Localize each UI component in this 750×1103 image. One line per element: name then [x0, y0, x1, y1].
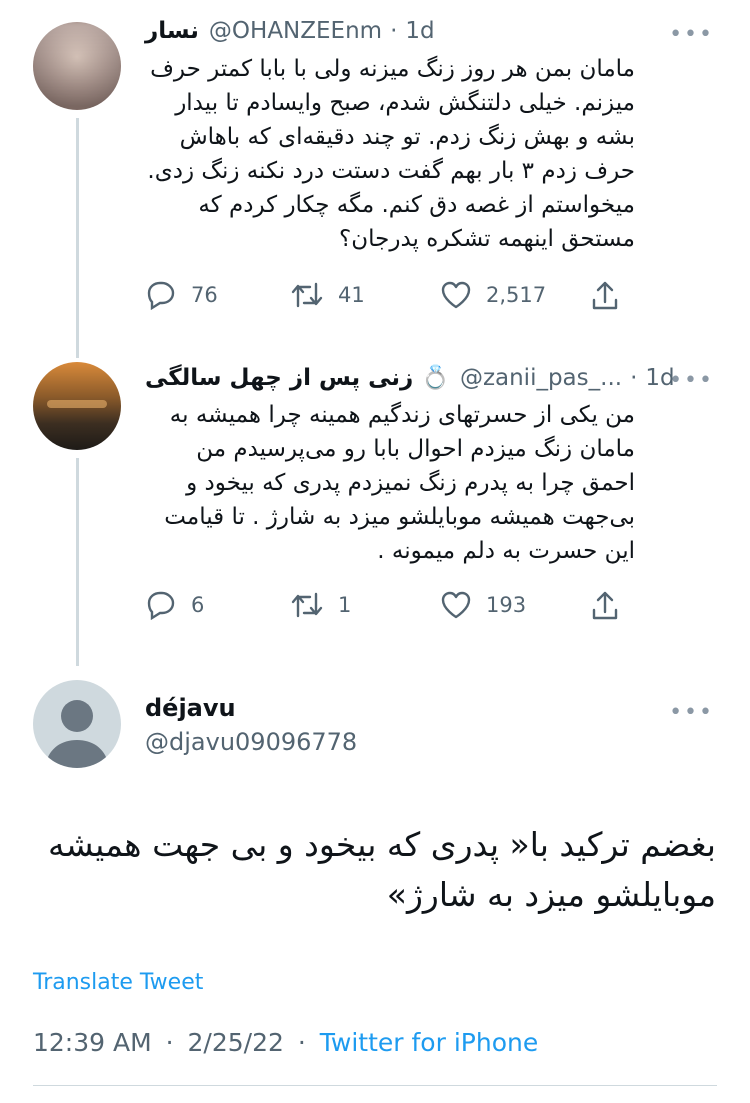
like-button[interactable]: 2,517: [440, 280, 546, 310]
default-avatar-icon: [45, 700, 109, 768]
tweet-1[interactable]: نسار @OHANZEEnm · 1d ••• مامان بمن هر رو…: [0, 0, 750, 340]
separator-dot: ·: [165, 1028, 174, 1057]
retweet-icon: [291, 282, 323, 308]
retweet-button[interactable]: 41: [290, 280, 365, 310]
display-name[interactable]: déjavu: [145, 694, 236, 722]
action-bar: 6 1 193: [145, 590, 625, 630]
avatar[interactable]: [33, 680, 121, 768]
reply-count: 6: [191, 593, 205, 617]
tweet-text: من یکی از حسرتهای زندگیم همینه چرا همیشه…: [164, 402, 635, 564]
reply-button[interactable]: 76: [145, 280, 218, 310]
reply-count: 76: [191, 283, 218, 307]
reply-icon: [147, 591, 175, 620]
separator-dot: ·: [297, 1028, 306, 1057]
user-handle[interactable]: @OHANZEEnm: [209, 18, 382, 44]
tweet-source-link[interactable]: Twitter for iPhone: [320, 1028, 538, 1057]
share-button[interactable]: [590, 280, 620, 312]
divider: [33, 1085, 717, 1086]
separator-dot: ·: [630, 364, 638, 391]
separator-dot: ·: [390, 18, 398, 44]
retweet-button[interactable]: 1: [290, 590, 351, 620]
retweet-count: 41: [338, 283, 365, 307]
action-bar: 76 41 2,517: [145, 280, 625, 320]
like-button[interactable]: 193: [440, 590, 526, 620]
share-icon: [592, 591, 618, 620]
user-handle[interactable]: @zanii_pas_...: [460, 365, 622, 391]
more-icon[interactable]: •••: [669, 368, 714, 393]
avatar[interactable]: [33, 362, 121, 450]
tweet-2[interactable]: زنی پس از چهل سالگی 💍 @zanii_pas_... · 1…: [0, 350, 750, 650]
retweet-icon: [291, 592, 323, 618]
display-name[interactable]: نسار: [145, 18, 199, 44]
tweet-text: مامان بمن هر روز زنگ میزنه ولی با بابا ک…: [147, 56, 635, 252]
tweet-text: بغضم ترکید با« پدری که بیخود و بی جهت هم…: [48, 825, 716, 914]
share-button[interactable]: [590, 590, 620, 622]
translate-tweet-link[interactable]: Translate Tweet: [33, 970, 203, 995]
tweet-meta: 12:39 AM · 2/25/22 · Twitter for iPhone: [33, 1028, 538, 1057]
like-count: 193: [486, 593, 527, 617]
like-icon: [441, 281, 471, 309]
like-count: 2,517: [486, 283, 547, 307]
like-icon: [441, 591, 471, 619]
tweet-header: زنی پس از چهل سالگی 💍 @zanii_pas_... · 1…: [145, 364, 675, 392]
user-handle[interactable]: @djavu09096778: [145, 728, 357, 756]
reply-icon: [147, 281, 175, 310]
tweet-time: 12:39 AM: [33, 1028, 152, 1057]
tweet-header: نسار @OHANZEEnm · 1d: [145, 18, 435, 44]
retweet-count: 1: [338, 593, 352, 617]
reply-button[interactable]: 6: [145, 590, 204, 620]
display-name[interactable]: زنی پس از چهل سالگی 💍: [145, 364, 450, 391]
share-icon: [592, 281, 618, 310]
more-icon[interactable]: •••: [669, 700, 714, 725]
more-icon[interactable]: •••: [669, 22, 714, 47]
tweet-date: 2/25/22: [187, 1028, 284, 1057]
tweet-time[interactable]: 1d: [405, 18, 434, 44]
avatar[interactable]: [33, 22, 121, 110]
